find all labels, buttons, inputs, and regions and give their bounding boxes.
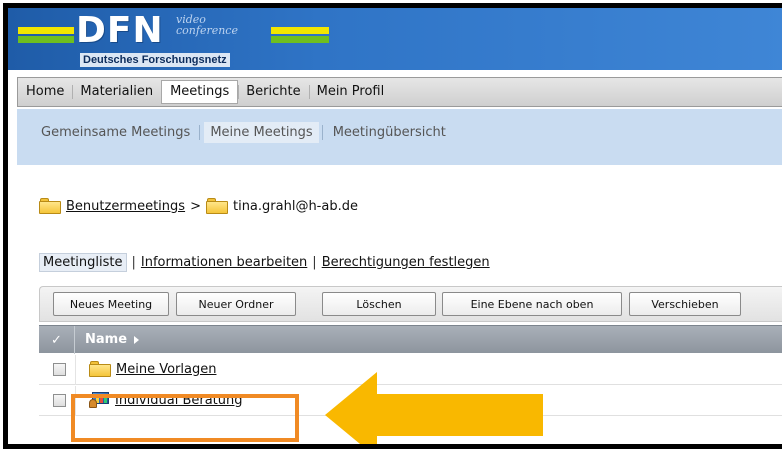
grid-header: ✓ Name [39, 325, 782, 354]
folder-icon [39, 198, 61, 214]
app-frame: DFN video conference Deutsches Forschung… [3, 3, 782, 449]
sort-arrow-icon[interactable] [134, 336, 139, 344]
highlight-box [71, 394, 299, 442]
subnav-meine-meetings[interactable]: Meine Meetings [199, 122, 319, 143]
name-column-header[interactable]: Name [85, 332, 127, 347]
dfn-logo[interactable]: DFN video conference Deutsches Forschung… [18, 10, 338, 69]
delete-button[interactable]: Löschen [322, 292, 436, 316]
tab-berechtigungen-festlegen[interactable]: Berechtigungen festlegen [322, 255, 490, 270]
row-checkbox[interactable] [53, 363, 66, 376]
nav-berichte[interactable]: Berichte [238, 82, 308, 102]
tab-divider: | [312, 255, 317, 270]
nav-meetings[interactable]: Meetings [161, 80, 239, 104]
tab-meetingliste[interactable]: Meetingliste [39, 253, 127, 272]
sub-navigation: Gemeinsame Meetings Meine Meetings Meeti… [35, 122, 452, 143]
main-navigation: Home Materialien Meetings Berichte Mein … [17, 77, 782, 107]
sub-navigation-area: Gemeinsame Meetings Meine Meetings Meeti… [17, 109, 782, 165]
new-folder-button[interactable]: Neuer Ordner [176, 292, 296, 316]
logo-tagline: video conference [176, 13, 238, 37]
folder-icon [205, 198, 228, 214]
nav-mein-profil[interactable]: Mein Profil [308, 82, 393, 102]
subnav-meetinguebersicht[interactable]: Meetingübersicht [321, 122, 452, 143]
pointer-arrow-icon [325, 372, 543, 444]
logo-text: DFN [76, 10, 164, 51]
select-all-checkmark-icon[interactable]: ✓ [39, 326, 75, 354]
logo-stripes-left [18, 27, 74, 43]
tab-divider: | [131, 255, 136, 270]
level-up-button[interactable]: Eine Ebene nach oben [442, 292, 622, 316]
breadcrumb-separator: > [190, 198, 201, 214]
subnav-gemeinsame-meetings[interactable]: Gemeinsame Meetings [35, 122, 196, 143]
move-button[interactable]: Verschieben [629, 292, 741, 316]
logo-stripes-right [271, 27, 329, 43]
breadcrumb: Benutzermeetings > tina.grahl@h-ab.de [39, 198, 358, 214]
header-banner: DFN video conference Deutsches Forschung… [8, 8, 782, 70]
row-checkbox[interactable] [53, 394, 66, 407]
tab-informationen-bearbeiten[interactable]: Informationen bearbeiten [141, 255, 307, 270]
new-meeting-button[interactable]: Neues Meeting [53, 292, 169, 316]
folder-icon [89, 361, 111, 377]
logo-subtitle: Deutsches Forschungsnetz [80, 53, 230, 67]
nav-materialien[interactable]: Materialien [72, 82, 161, 102]
action-toolbar: Neues Meeting Neuer Ordner Löschen Eine … [39, 286, 782, 322]
nav-home[interactable]: Home [18, 82, 72, 102]
breadcrumb-root-link[interactable]: Benutzermeetings [66, 199, 185, 214]
row-name-link[interactable]: Meine Vorlagen [116, 362, 216, 377]
row-item: Meine Vorlagen [89, 361, 216, 377]
breadcrumb-current: tina.grahl@h-ab.de [232, 198, 358, 214]
content-tabs: Meetingliste | Informationen bearbeiten … [39, 253, 490, 272]
